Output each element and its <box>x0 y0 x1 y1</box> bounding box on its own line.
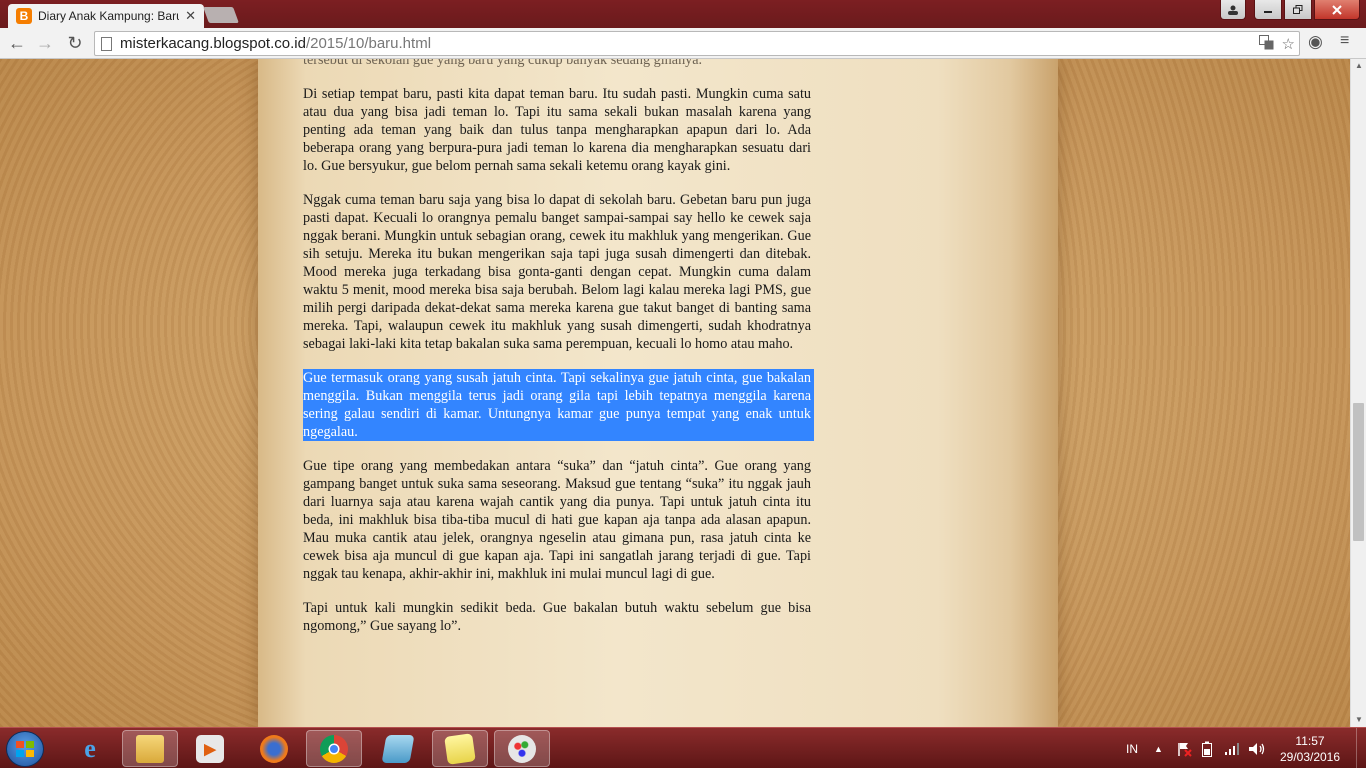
taskbar-sticky-notes[interactable] <box>432 730 488 767</box>
restore-button[interactable] <box>1284 0 1312 20</box>
browser-tab[interactable]: B Diary Anak Kampung: Baru ✕ <box>8 4 204 28</box>
web-page: tersebut di sekolah gue yang baru yang c… <box>0 59 1350 727</box>
action-center-flag-icon[interactable] <box>1176 728 1192 768</box>
browser-titlebar: B Diary Anak Kampung: Baru ✕ <box>0 0 1366 28</box>
reload-icon[interactable]: ↻ <box>64 33 86 54</box>
omnibox-actions: ☆ <box>1258 35 1295 54</box>
minimize-button[interactable] <box>1254 0 1282 20</box>
system-clock[interactable]: 11:57 29/03/2016 <box>1272 733 1348 765</box>
blog-article: tersebut di sekolah gue yang baru yang c… <box>303 59 814 651</box>
bookmark-star-icon[interactable]: ☆ <box>1282 35 1295 54</box>
page-icon <box>101 36 112 51</box>
translate-icon[interactable] <box>1258 35 1274 54</box>
paragraph: Di setiap tempat baru, pasti kita dapat … <box>303 86 811 174</box>
address-bar[interactable]: misterkacang.blogspot.co.id/2015/10/baru… <box>94 31 1300 56</box>
scroll-up-arrow-icon[interactable]: ▲ <box>1351 59 1366 73</box>
scroll-down-arrow-icon[interactable]: ▼ <box>1351 713 1366 727</box>
folder-icon <box>136 734 164 763</box>
taskbar-file-explorer[interactable] <box>122 730 178 767</box>
language-indicator[interactable]: IN <box>1126 728 1138 768</box>
volume-icon[interactable] <box>1248 728 1266 768</box>
window-controls <box>1220 0 1360 20</box>
vertical-scrollbar[interactable]: ▲ ▼ <box>1350 59 1366 727</box>
clock-time: 11:57 <box>1295 734 1325 748</box>
show-desktop-button[interactable] <box>1356 728 1366 768</box>
scroll-thumb[interactable] <box>1353 403 1364 541</box>
tab-title: Diary Anak Kampung: Baru <box>38 9 180 23</box>
close-window-button[interactable] <box>1314 0 1360 20</box>
paragraph: Tapi untuk kali mungkin sedikit beda. Gu… <box>303 600 811 634</box>
windows-taskbar: e ▶ IN ▲ 11:57 29/03/2016 <box>0 727 1366 768</box>
paragraph: Nggak cuma teman baru saja yang bisa lo … <box>303 192 811 352</box>
browser-toolbar: ← → ↻ misterkacang.blogspot.co.id/2015/1… <box>0 28 1366 59</box>
forward-arrow-icon[interactable]: → <box>34 33 56 54</box>
taskbar-media-player[interactable]: ▶ <box>182 730 238 767</box>
extension-globe-icon[interactable]: ◉ <box>1308 32 1323 52</box>
taskbar-firefox[interactable] <box>246 730 302 767</box>
url-domain: misterkacang.blogspot.co.id <box>120 35 306 52</box>
user-profile-icon[interactable] <box>1220 0 1246 20</box>
chrome-menu-icon[interactable]: ≡ <box>1340 32 1349 50</box>
sticky-notes-icon <box>444 732 476 765</box>
media-player-icon: ▶ <box>196 734 224 763</box>
url-path: /2015/10/baru.html <box>305 35 432 52</box>
tab-close-icon[interactable]: ✕ <box>185 8 196 24</box>
taskbar-internet-explorer[interactable]: e <box>62 730 118 767</box>
paragraph-fragment: tersebut di sekolah gue yang baru yang c… <box>303 59 703 68</box>
blogger-icon: B <box>16 8 32 24</box>
chrome-icon <box>320 734 348 763</box>
paragraph: Gue tipe orang yang membedakan antara “s… <box>303 458 811 582</box>
firefox-icon <box>260 734 288 763</box>
signal-strength-icon[interactable] <box>1224 728 1240 768</box>
clock-date: 29/03/2016 <box>1279 750 1341 764</box>
start-button[interactable] <box>6 731 44 767</box>
battery-icon[interactable] <box>1202 728 1212 768</box>
taskbar-app[interactable] <box>370 730 426 767</box>
back-arrow-icon[interactable]: ← <box>6 33 28 54</box>
taskbar-chrome[interactable] <box>306 730 362 767</box>
paint-palette-icon <box>508 734 536 763</box>
selected-paragraph: Gue termasuk orang yang susah jatuh cint… <box>303 369 814 441</box>
internet-explorer-icon: e <box>84 733 96 763</box>
new-tab-button[interactable] <box>203 7 239 23</box>
taskbar-paint[interactable] <box>494 730 550 767</box>
app-icon <box>381 734 415 763</box>
show-hidden-icons-icon[interactable]: ▲ <box>1154 728 1163 768</box>
